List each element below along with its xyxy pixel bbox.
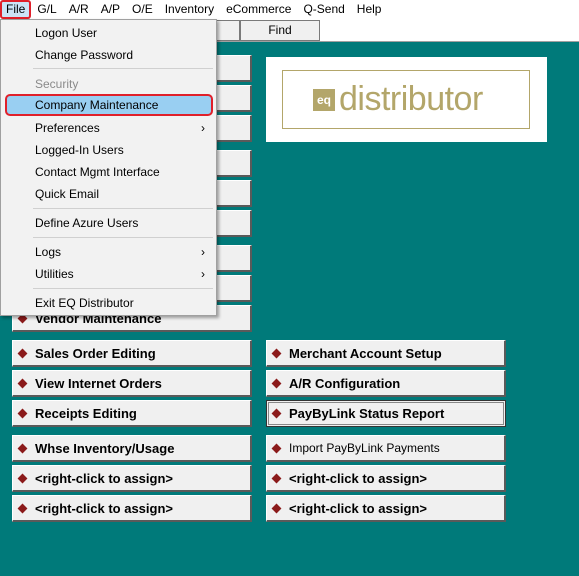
menu-item-label: Preferences: [35, 121, 100, 135]
menu-ecommerce[interactable]: eCommerce: [220, 0, 297, 19]
diamond-bullet-icon: [17, 443, 28, 453]
menu-item-logs[interactable]: Logs ›: [5, 241, 213, 263]
diamond-bullet-icon: [17, 503, 28, 513]
menu-item-logged-in-users[interactable]: Logged-In Users: [5, 139, 213, 161]
diamond-bullet-icon: [17, 378, 28, 388]
diamond-bullet-icon: [271, 408, 282, 419]
launcher-label: <right-click to assign>: [35, 500, 173, 516]
menu-item-label: Utilities: [35, 267, 74, 281]
menu-item-label: Logs: [35, 245, 62, 259]
menu-item-contact-mgmt-interface[interactable]: Contact Mgmt Interface: [5, 161, 213, 183]
launcher-label: <right-click to assign>: [289, 470, 427, 486]
menu-item-exit[interactable]: Exit EQ Distributor: [5, 292, 213, 314]
diamond-bullet-icon: [271, 503, 282, 513]
launcher-receipts-editing[interactable]: Receipts Editing: [12, 400, 252, 427]
menu-item-security: Security: [35, 77, 79, 91]
launcher-label: Whse Inventory/Usage: [35, 440, 175, 456]
diamond-bullet-icon: [271, 378, 282, 388]
menu-item-change-password[interactable]: Change Password: [5, 44, 213, 66]
launcher-label: PayByLink Status Report: [289, 406, 445, 421]
menu-gl[interactable]: G/L: [31, 0, 62, 19]
menu-ar[interactable]: A/R: [63, 0, 95, 19]
diamond-bullet-icon: [271, 473, 282, 483]
launcher-import-paybylink-payments[interactable]: Import PayByLink Payments: [266, 435, 506, 462]
menu-item-define-azure-users[interactable]: Define Azure Users: [5, 212, 213, 234]
menu-item-quick-email[interactable]: Quick Email: [5, 183, 213, 205]
diamond-bullet-icon: [271, 348, 282, 358]
launcher-label: Import PayByLink Payments: [289, 441, 440, 455]
logo-text: distributor: [339, 80, 483, 118]
file-menu-dropdown: Logon User Change Password Security Comp…: [0, 19, 217, 316]
launcher-sales-order-editing[interactable]: Sales Order Editing: [12, 340, 252, 367]
diamond-bullet-icon: [17, 473, 28, 483]
diamond-bullet-icon: [17, 348, 28, 358]
menu-oe[interactable]: O/E: [126, 0, 159, 19]
launcher-unassigned[interactable]: <right-click to assign>: [12, 465, 252, 492]
launcher-paybylink-status-report[interactable]: PayByLink Status Report: [266, 400, 506, 427]
menu-separator: [33, 208, 213, 209]
launcher-unassigned[interactable]: <right-click to assign>: [266, 465, 506, 492]
launcher-label: Merchant Account Setup: [289, 345, 442, 361]
menu-separator: [33, 68, 213, 69]
menu-separator: [33, 288, 213, 289]
submenu-arrow-icon: ›: [201, 245, 205, 259]
launcher-unassigned[interactable]: <right-click to assign>: [266, 495, 506, 522]
menu-item-utilities[interactable]: Utilities ›: [5, 263, 213, 285]
launcher-label: Sales Order Editing: [35, 345, 156, 361]
menu-help[interactable]: Help: [351, 0, 388, 19]
launcher-merchant-account-setup[interactable]: Merchant Account Setup: [266, 340, 506, 367]
launcher-label: View Internet Orders: [35, 375, 162, 391]
launcher-label: A/R Configuration: [289, 375, 401, 391]
logo-badge: eq: [313, 88, 335, 111]
menu-separator: [33, 237, 213, 238]
launcher-label: <right-click to assign>: [35, 470, 173, 486]
launcher-unassigned[interactable]: <right-click to assign>: [12, 495, 252, 522]
diamond-bullet-icon: [271, 443, 282, 453]
menu-bar: File G/L A/R A/P O/E Inventory eCommerce…: [0, 0, 579, 19]
logo-panel: eq distributor: [266, 57, 547, 142]
find-button[interactable]: Find: [240, 20, 320, 41]
launcher-label: <right-click to assign>: [289, 500, 427, 516]
menu-qsend[interactable]: Q-Send: [297, 0, 350, 19]
diamond-bullet-icon: [17, 408, 28, 418]
toolbar-button[interactable]: [216, 20, 240, 41]
launcher-whse-inventory-usage[interactable]: Whse Inventory/Usage: [12, 435, 252, 462]
launcher-ar-configuration[interactable]: A/R Configuration: [266, 370, 506, 397]
launcher-label: Receipts Editing: [35, 405, 137, 421]
menu-item-company-maintenance[interactable]: Company Maintenance: [5, 94, 213, 116]
menu-inventory[interactable]: Inventory: [159, 0, 220, 19]
menu-item-preferences[interactable]: Preferences ›: [5, 117, 213, 139]
menu-item-logon-user[interactable]: Logon User: [5, 22, 213, 44]
menu-ap[interactable]: A/P: [95, 0, 126, 19]
submenu-arrow-icon: ›: [201, 121, 205, 135]
submenu-arrow-icon: ›: [201, 267, 205, 281]
logo-frame: eq distributor: [282, 70, 530, 129]
launcher-view-internet-orders[interactable]: View Internet Orders: [12, 370, 252, 397]
menu-file[interactable]: File: [0, 0, 32, 19]
